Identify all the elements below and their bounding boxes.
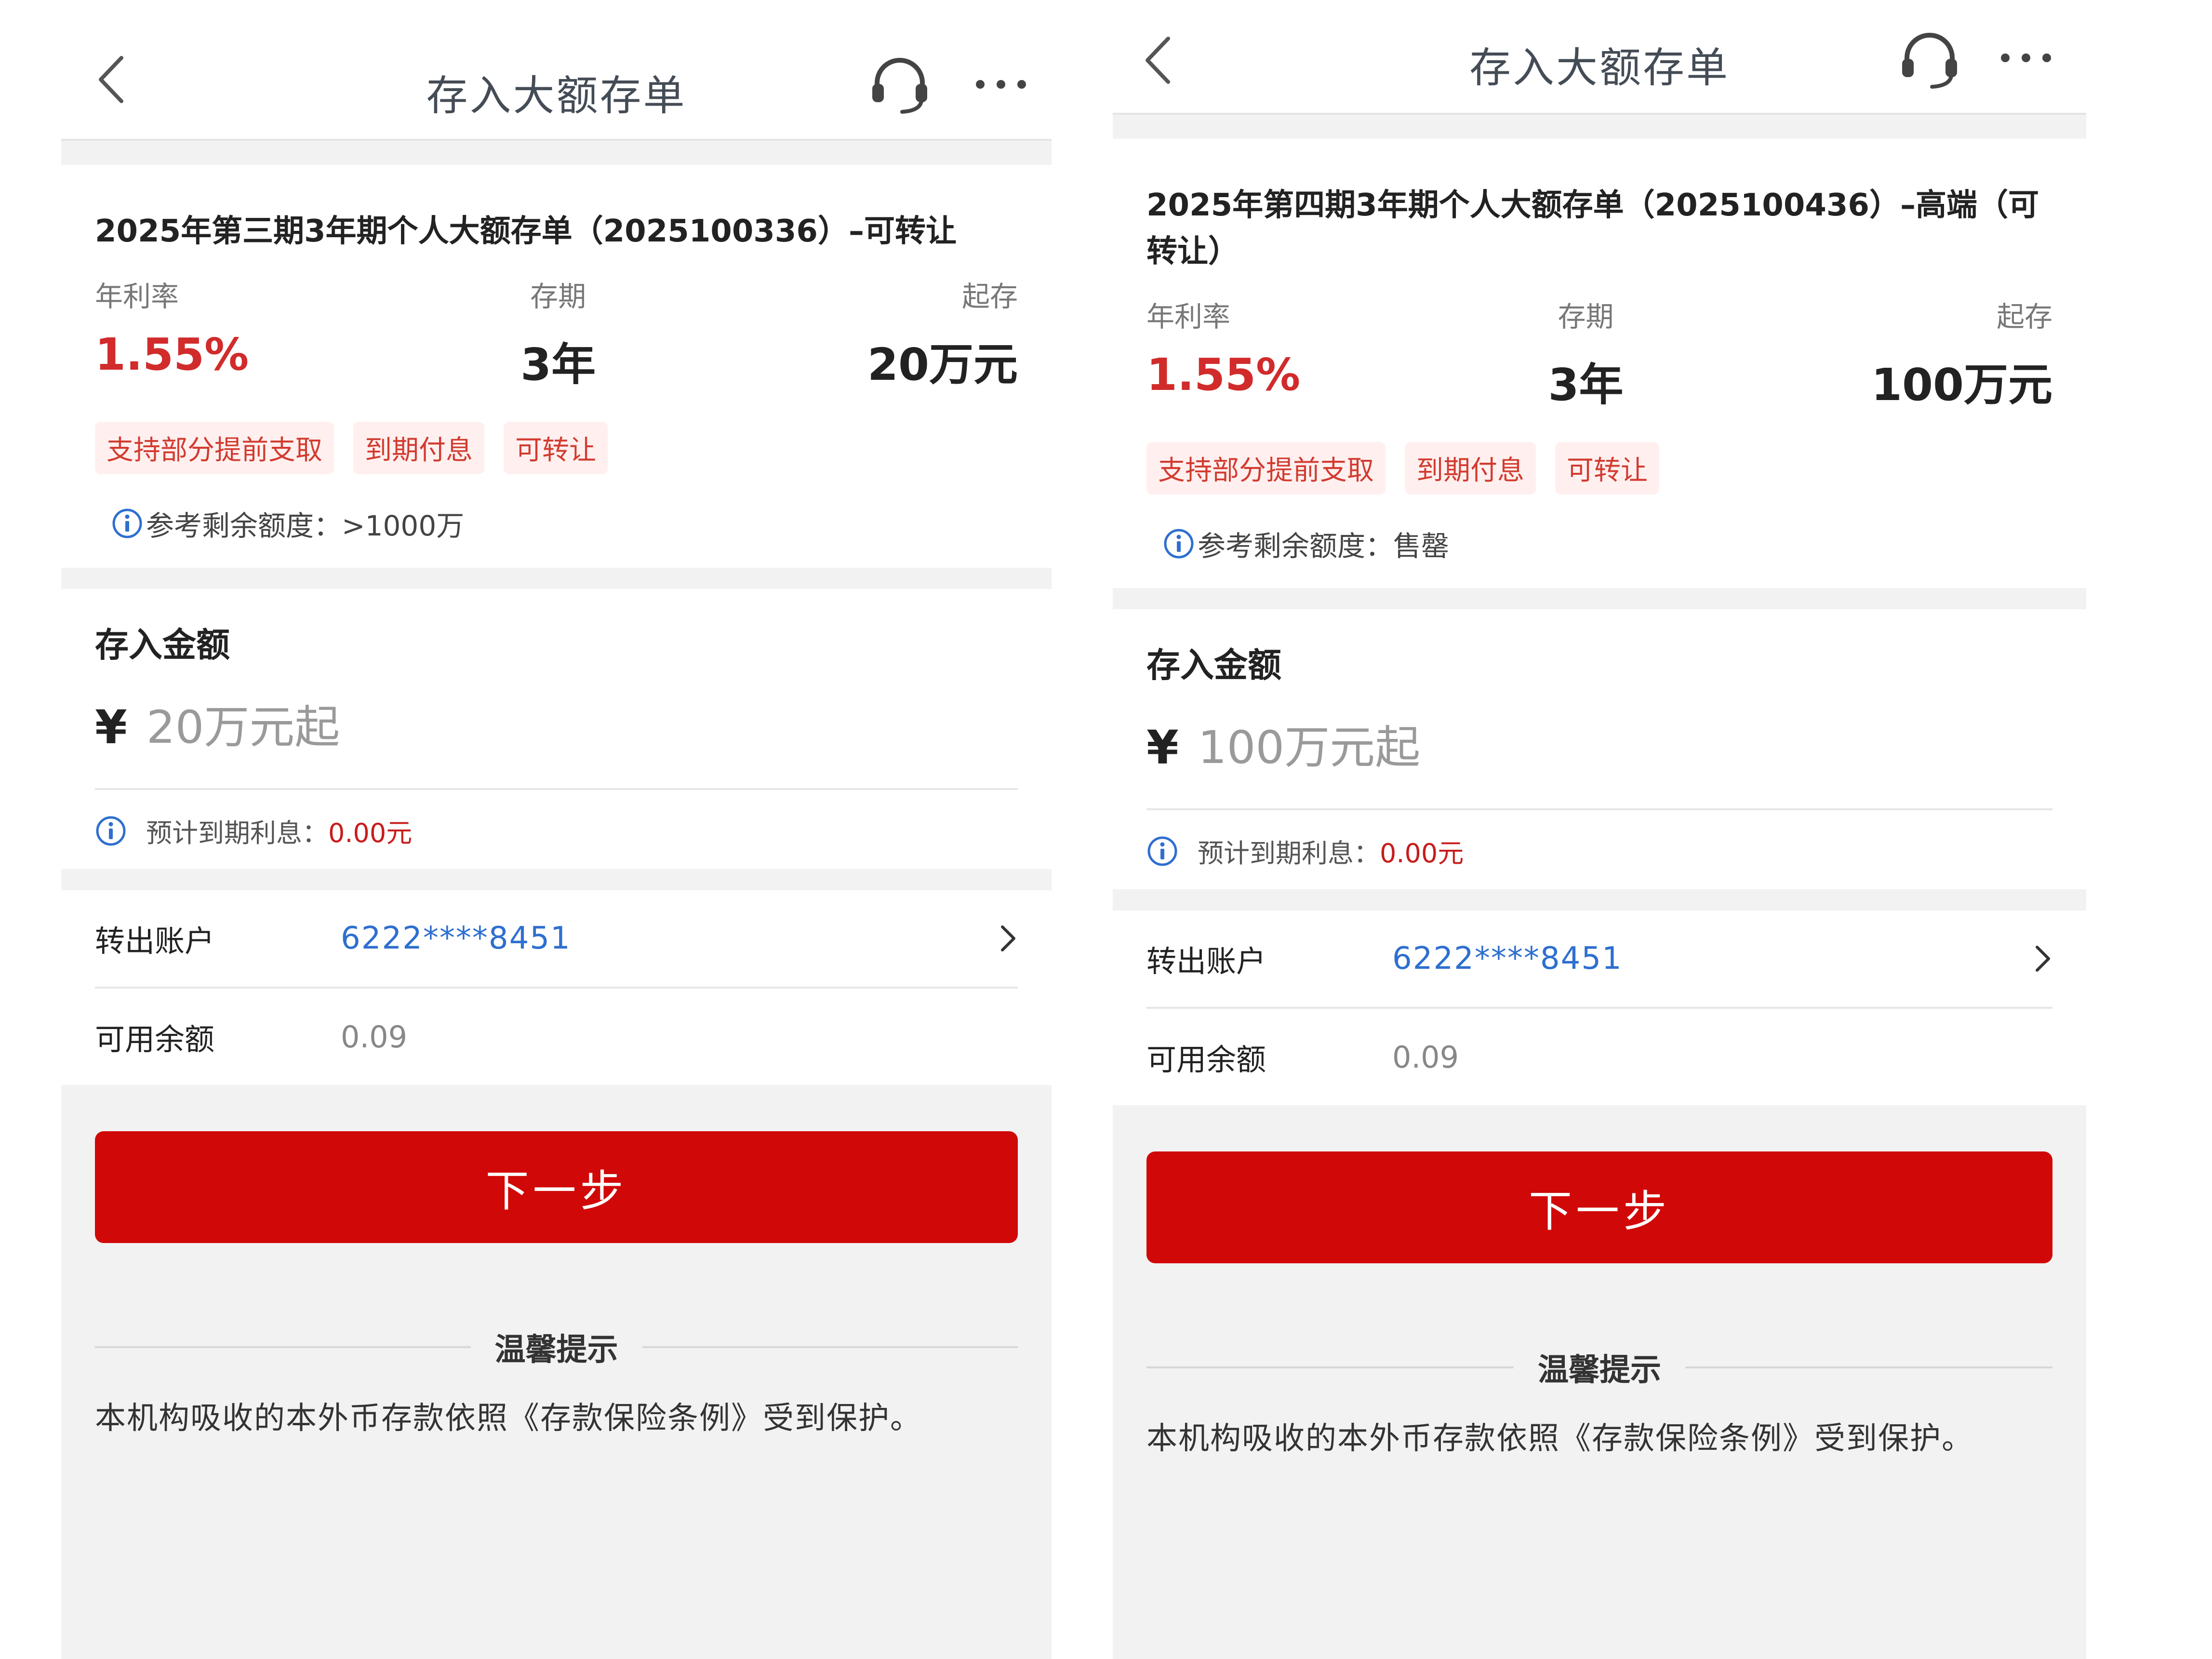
next-step-button[interactable]: 下一步 — [95, 1131, 1018, 1243]
tag-transferable: 可转让 — [1555, 442, 1659, 495]
amount-input[interactable] — [146, 701, 869, 754]
term-label: 存期 — [530, 280, 586, 313]
amount-section-title: 存入金额 — [95, 625, 230, 665]
tips-text: 本机构吸收的本外币存款依照《存款保险条例》受到保护。 — [95, 1401, 922, 1436]
min-deposit-label: 起存 — [1996, 300, 2052, 333]
from-account-row[interactable]: 转出账户 6222****8451 — [95, 890, 1018, 987]
tips-title: 温馨提示 — [1538, 1352, 1661, 1388]
quota-label: 参考剩余额度： — [146, 509, 342, 542]
product-title: 2025年第三期3年期个人大额存单（2025100336）–可转让 — [95, 214, 957, 249]
nav-bar: 存入大额存单 — [1113, 0, 2086, 115]
min-deposit-value: 20万元 — [867, 339, 1018, 390]
balance-label: 可用余额 — [95, 1022, 215, 1057]
headset-icon[interactable] — [868, 54, 931, 117]
quota-value: 售罄 — [1393, 530, 1450, 562]
product-card: 2025年第三期3年期个人大额存单（2025100336）–可转让 年利率 1.… — [61, 165, 1052, 568]
expected-interest: 预计到期利息： 0.00元 — [95, 812, 1018, 850]
from-account-number[interactable]: 6222****8451 — [1392, 941, 1623, 977]
nav-bar: 存入大额存单 — [61, 0, 1052, 141]
quota-label: 参考剩余额度： — [1198, 530, 1394, 562]
more-dots-icon[interactable] — [1999, 51, 2052, 65]
metric-row: 年利率 1.55% 存期 3年 起存 20万元 — [95, 274, 1018, 393]
phone-screen-left: 存入大额存单 2025年第三期3年期个人大额存单（2025100336）–可转让… — [61, 0, 1052, 1659]
rate-label: 年利率 — [95, 280, 179, 313]
tips-title: 温馨提示 — [494, 1332, 618, 1368]
term-label: 存期 — [1558, 300, 1614, 333]
amount-card: 存入金额 ¥ 预计到期利息： 0.00元 — [1113, 609, 2086, 889]
min-deposit-metric: 起存 100万元 — [1871, 294, 2052, 413]
min-deposit-metric: 起存 20万元 — [867, 274, 1018, 393]
product-card: 2025年第四期3年期个人大额存单（2025100436）–高端（可转让） 年利… — [1113, 139, 2086, 588]
rate-label: 年利率 — [1146, 300, 1231, 333]
balance-label: 可用余额 — [1146, 1042, 1266, 1077]
info-icon[interactable] — [1146, 835, 1178, 867]
balance-value: 0.09 — [341, 1019, 408, 1055]
remaining-quota: 参考剩余额度： 售罄 — [1146, 523, 2052, 564]
info-icon[interactable] — [1163, 528, 1195, 560]
interest-label: 预计到期利息： — [1198, 838, 1380, 869]
next-step-button[interactable]: 下一步 — [1146, 1151, 2052, 1263]
balance-row: 可用余额 0.09 — [95, 987, 1018, 1085]
amount-input[interactable] — [1198, 721, 1921, 774]
more-dots-icon[interactable] — [974, 77, 1027, 92]
from-account-number[interactable]: 6222****8451 — [341, 921, 571, 956]
rate-value: 1.55% — [95, 329, 249, 380]
interest-label: 预计到期利息： — [146, 818, 328, 848]
tag-transferable: 可转让 — [504, 422, 608, 474]
metric-row: 年利率 1.55% 存期 3年 起存 100万元 — [1146, 294, 2052, 413]
chevron-right-icon[interactable] — [999, 924, 1018, 953]
info-icon[interactable] — [95, 815, 127, 847]
amount-input-row: ¥ — [1146, 721, 2052, 810]
remaining-quota: 参考剩余额度： >1000万 — [95, 503, 1018, 544]
balance-row: 可用余额 0.09 — [1146, 1007, 2052, 1105]
tips-text: 本机构吸收的本外币存款依照《存款保险条例》受到保护。 — [1146, 1421, 1973, 1457]
interest-value: 0.00元 — [328, 818, 413, 848]
tag-partial-withdrawal: 支持部分提前支取 — [1146, 442, 1386, 495]
interest-value: 0.00元 — [1380, 838, 1464, 869]
divider — [1146, 1366, 1514, 1368]
from-account-label: 转出账户 — [95, 923, 215, 959]
chevron-right-icon[interactable] — [2033, 944, 2052, 973]
from-account-label: 转出账户 — [1146, 944, 1266, 979]
expected-interest: 预计到期利息： 0.00元 — [1146, 832, 2052, 870]
amount-section-title: 存入金额 — [1146, 645, 1281, 685]
from-account-row[interactable]: 转出账户 6222****8451 — [1146, 910, 2052, 1007]
term-metric: 存期 3年 — [1548, 294, 1624, 413]
feature-tags: 支持部分提前支取 到期付息 可转让 — [1146, 442, 2052, 495]
balance-value: 0.09 — [1392, 1039, 1459, 1075]
amount-card: 存入金额 ¥ 预计到期利息： 0.00元 — [61, 589, 1052, 869]
tag-partial-withdrawal: 支持部分提前支取 — [95, 422, 334, 474]
rate-metric: 年利率 1.55% — [95, 274, 249, 393]
quota-value: >1000万 — [342, 509, 465, 542]
term-metric: 存期 3年 — [520, 274, 596, 393]
tips-header: 温馨提示 — [95, 1325, 1018, 1369]
currency-symbol: ¥ — [95, 700, 127, 754]
divider — [642, 1346, 1018, 1348]
min-deposit-value: 100万元 — [1871, 359, 2052, 411]
rate-metric: 年利率 1.55% — [1146, 294, 1300, 413]
divider — [1685, 1366, 2052, 1368]
account-card: 转出账户 6222****8451 可用余额 0.09 — [1113, 910, 2086, 1105]
tips-header: 温馨提示 — [1146, 1345, 2052, 1390]
account-card: 转出账户 6222****8451 可用余额 0.09 — [61, 890, 1052, 1085]
divider — [95, 1346, 471, 1348]
headset-icon[interactable] — [1898, 29, 1961, 92]
product-title: 2025年第四期3年期个人大额存单（2025100436）–高端（可转让） — [1146, 187, 2039, 269]
currency-symbol: ¥ — [1146, 721, 1179, 775]
term-value: 3年 — [520, 339, 596, 390]
rate-value: 1.55% — [1146, 349, 1301, 401]
term-value: 3年 — [1548, 359, 1624, 411]
info-icon[interactable] — [111, 508, 143, 539]
tag-interest-at-maturity: 到期付息 — [1405, 442, 1536, 495]
amount-input-row: ¥ — [95, 700, 1018, 790]
min-deposit-label: 起存 — [961, 280, 1018, 313]
tag-interest-at-maturity: 到期付息 — [353, 422, 484, 474]
feature-tags: 支持部分提前支取 到期付息 可转让 — [95, 422, 1018, 474]
phone-screen-right: 存入大额存单 2025年第四期3年期个人大额存单（2025100436）–高端（… — [1113, 0, 2086, 1659]
